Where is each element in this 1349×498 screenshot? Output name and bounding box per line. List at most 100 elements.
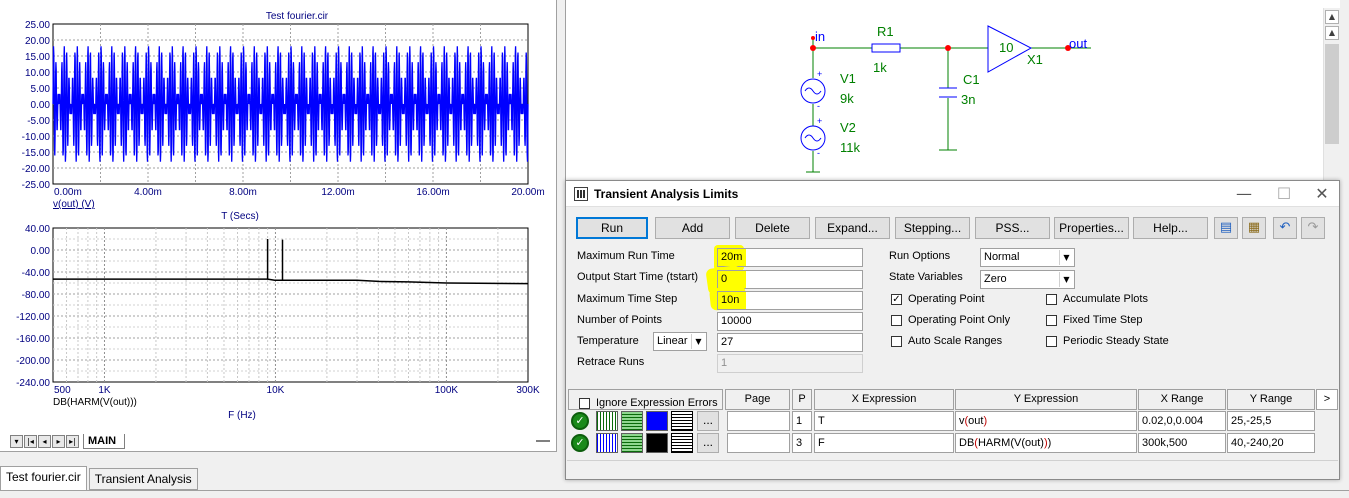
horizontal-scroll-stub[interactable] — [536, 440, 550, 442]
node-label-in[interactable]: in — [815, 29, 825, 44]
plot-properties-icon[interactable] — [671, 433, 693, 453]
add-button[interactable]: Add — [655, 217, 730, 239]
col-p[interactable]: P — [792, 389, 812, 410]
first-tab-button[interactable]: |◂ — [24, 434, 37, 448]
schematic-canvas[interactable]: in R1 1k C1 3n V1 9k V2 11k 10 X1 out + … — [566, 0, 1341, 180]
col-page[interactable]: Page — [725, 389, 790, 410]
tab-menu-button[interactable]: ▾ — [10, 434, 23, 448]
trace-color-swatch[interactable] — [646, 411, 668, 431]
amp-gain-label[interactable]: 10 — [999, 40, 1013, 55]
v1-label[interactable]: V1 — [840, 71, 856, 86]
accumulate-plots-checkbox[interactable]: Accumulate Plots — [1046, 293, 1148, 305]
cell-x-expression[interactable]: T — [814, 411, 954, 431]
c1-value[interactable]: 3n — [961, 92, 975, 107]
v2-label[interactable]: V2 — [840, 120, 856, 135]
properties-button[interactable]: Properties... — [1054, 217, 1129, 239]
col-x-expression[interactable]: X Expression — [814, 389, 954, 410]
col-y-expression[interactable]: Y Expression — [955, 389, 1137, 410]
x1-label[interactable]: X1 — [1027, 52, 1043, 67]
temperature-mode-select[interactable]: Linear ▼ — [653, 332, 707, 351]
checkbox-box[interactable]: ✓ — [891, 293, 902, 305]
trace-color-swatch[interactable] — [646, 433, 668, 453]
cell-y-expression[interactable]: DB(HARM(V(out))) — [955, 433, 1137, 453]
tab-main[interactable]: MAIN — [83, 433, 126, 449]
close-icon[interactable]: ✕ — [1305, 181, 1339, 207]
last-tab-button[interactable]: ▸| — [66, 434, 79, 448]
cell-page[interactable] — [727, 433, 790, 453]
v2-value[interactable]: 11k — [840, 140, 860, 155]
dialog-horizontal-scrollbar[interactable] — [567, 460, 1338, 478]
check-ok-icon[interactable]: ✓ — [571, 434, 589, 452]
horizontal-grid-icon[interactable] — [621, 433, 643, 453]
col-y-range[interactable]: Y Range — [1227, 389, 1315, 410]
c1-label[interactable]: C1 — [963, 72, 980, 87]
v1-value[interactable]: 9k — [840, 91, 854, 106]
cell-x-expression[interactable]: F — [814, 433, 954, 453]
scroll-thumb[interactable] — [1325, 44, 1339, 144]
maximize-icon[interactable]: ☐ — [1267, 181, 1301, 207]
delete-button[interactable]: Delete — [735, 217, 810, 239]
auto-scale-checkbox[interactable]: Auto Scale Ranges — [891, 335, 1002, 347]
minimize-icon[interactable]: — — [1227, 181, 1261, 207]
row-options-button[interactable]: ... — [697, 433, 719, 453]
stepping-button[interactable]: Stepping... — [895, 217, 970, 239]
state-vars-select[interactable]: Zero ▼ — [980, 270, 1075, 289]
periodic-steady-state-checkbox[interactable]: Periodic Steady State — [1046, 335, 1169, 347]
cell-x-range[interactable]: 300k,500 — [1138, 433, 1226, 453]
cell-y-expression[interactable]: v(out) — [955, 411, 1137, 431]
schematic-pane[interactable]: in R1 1k C1 3n V1 9k V2 11k 10 X1 out + … — [565, 0, 1340, 180]
max-run-time-field[interactable]: 20m — [717, 248, 863, 267]
r1-label[interactable]: R1 — [877, 24, 894, 39]
chevron-down-icon[interactable]: ▼ — [1059, 250, 1073, 265]
chevron-down-icon[interactable]: ▼ — [1059, 272, 1073, 287]
checkbox-box[interactable] — [1046, 293, 1057, 305]
num-points-field[interactable]: 10000 — [717, 312, 863, 331]
horizontal-grid-icon[interactable] — [621, 411, 643, 431]
cell-p[interactable]: 1 — [792, 411, 812, 431]
row-options-button[interactable]: ... — [697, 411, 719, 431]
check-ok-icon[interactable]: ✓ — [571, 412, 589, 430]
operating-point-checkbox[interactable]: ✓ Operating Point — [891, 293, 984, 305]
scroll-up-arrow-icon[interactable]: ▲ — [1325, 10, 1339, 24]
schematic-vertical-scrollbar[interactable]: ▲ ▲ — [1323, 8, 1340, 180]
plot-properties-icon[interactable] — [671, 411, 693, 431]
run-options-select[interactable]: Normal ▼ — [980, 248, 1075, 267]
temperature-field[interactable]: 27 — [717, 333, 863, 352]
redo-icon[interactable]: ↷ — [1301, 217, 1325, 239]
checkbox-box[interactable] — [891, 314, 902, 326]
cell-page[interactable] — [727, 411, 790, 431]
undo-icon[interactable]: ↶ — [1273, 217, 1297, 239]
transient-analysis-dialog[interactable]: Transient Analysis Limits — ☐ ✕ Run Add … — [565, 180, 1340, 480]
expand-button[interactable]: Expand... — [815, 217, 890, 239]
chevron-down-icon[interactable]: ▼ — [691, 334, 705, 349]
vertical-grid-icon[interactable] — [596, 411, 618, 431]
doc-tab-circuit[interactable]: Test fourier.cir — [0, 466, 87, 490]
r1-value[interactable]: 1k — [873, 60, 887, 75]
cell-y-range[interactable]: 25,-25,5 — [1227, 411, 1315, 431]
fixed-time-step-checkbox[interactable]: Fixed Time Step — [1046, 314, 1142, 326]
retrace-field[interactable]: 1 — [717, 354, 863, 373]
col-x-range[interactable]: X Range — [1138, 389, 1226, 410]
cell-p[interactable]: 3 — [792, 433, 812, 453]
components[interactable] — [800, 25, 1033, 151]
copy-icon[interactable]: ▤ — [1214, 217, 1238, 239]
checkbox-box[interactable] — [1046, 314, 1057, 326]
vertical-grid-icon[interactable] — [596, 433, 618, 453]
top-chart[interactable]: 25.00 20.00 15.00 10.00 5.00 0.00 -5.00 -10.00 -… — [22, 20, 545, 198]
checkbox-box[interactable] — [891, 335, 902, 347]
scroll-up-alt-icon[interactable]: ▲ — [1325, 26, 1339, 40]
help-button[interactable]: Help... — [1133, 217, 1208, 239]
node-label-out[interactable]: out — [1069, 36, 1087, 51]
checkbox-box[interactable] — [579, 398, 590, 409]
bottom-trace-label[interactable]: DB(HARM(V(out))) — [53, 397, 137, 408]
plot-pane[interactable]: Test fourier.cir 25.00 20.00 15.00 10.00 5.0… — [0, 0, 557, 452]
run-button[interactable]: Run — [576, 217, 648, 239]
operating-point-only-checkbox[interactable]: Operating Point Only — [891, 314, 1010, 326]
checkbox-box[interactable] — [1046, 335, 1057, 347]
plot-canvas[interactable]: Test fourier.cir 25.00 20.00 15.00 10.00 5.0… — [0, 0, 557, 452]
doc-tab-transient[interactable]: Transient Analysis — [88, 468, 198, 490]
prev-tab-button[interactable]: ◂ — [38, 434, 51, 448]
top-trace-label[interactable]: v(out) (V) — [53, 199, 95, 210]
bottom-chart[interactable]: 40.00 0.00 -40.00 -80.00 -120.00 -160.00 -200.… — [16, 224, 540, 396]
dialog-titlebar[interactable]: Transient Analysis Limits — ☐ ✕ — [566, 181, 1339, 207]
